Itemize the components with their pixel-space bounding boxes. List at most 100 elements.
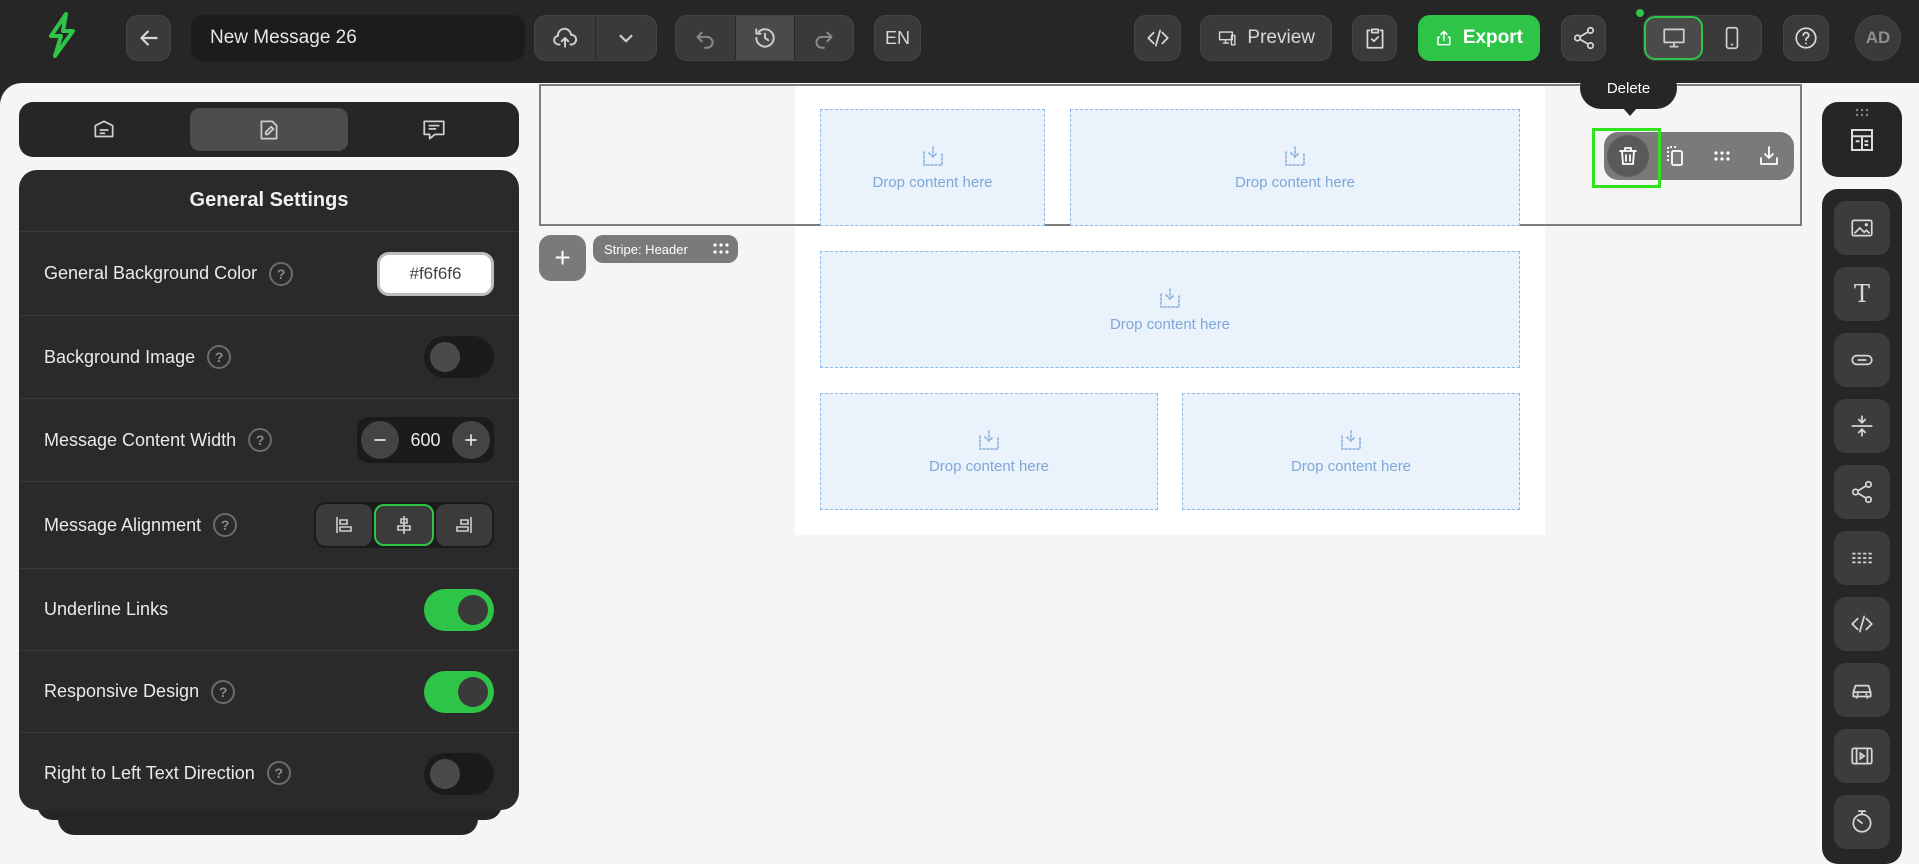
- desktop-view-button[interactable]: [1644, 16, 1703, 60]
- responsive-toggle[interactable]: [424, 671, 494, 713]
- comments-tab[interactable]: [354, 108, 513, 151]
- divider-block[interactable]: [1834, 531, 1890, 585]
- mobile-view-button[interactable]: [1703, 16, 1761, 60]
- toggle-knob: [430, 759, 460, 789]
- help-icon[interactable]: ?: [207, 345, 232, 369]
- structures-panel-button[interactable]: [1822, 102, 1902, 177]
- responsive-label: Responsive Design: [44, 681, 200, 701]
- back-button[interactable]: [126, 15, 171, 61]
- history-button[interactable]: [734, 16, 795, 60]
- drop-icon: [1285, 146, 1305, 166]
- align-left-button[interactable]: [316, 504, 372, 546]
- save-button[interactable]: [535, 16, 595, 60]
- export-label: Export: [1462, 27, 1523, 48]
- video-block[interactable]: [1834, 729, 1890, 783]
- undo-icon: [696, 31, 714, 49]
- undo-button[interactable]: [676, 16, 735, 60]
- underline-links-toggle[interactable]: [424, 589, 494, 631]
- help-button[interactable]: [1783, 15, 1829, 61]
- more-button[interactable]: [1698, 132, 1745, 180]
- drop-text: Drop content here: [928, 458, 1050, 475]
- share-icon: [1573, 26, 1594, 50]
- background-color-row: General Background Color ? #f6f6f6: [19, 232, 519, 316]
- message-title-field[interactable]: New Message 26: [191, 15, 525, 61]
- align-center-button[interactable]: [374, 504, 434, 546]
- language-button[interactable]: EN: [874, 15, 921, 61]
- clipboard-check-icon: [1366, 28, 1383, 49]
- mobile-icon: [1725, 26, 1739, 50]
- carousel-block[interactable]: [1834, 663, 1890, 717]
- content-width-stepper: 600: [357, 417, 494, 463]
- share-button[interactable]: [1561, 15, 1606, 61]
- settings-tab[interactable]: [189, 108, 349, 151]
- drop-zone[interactable]: Drop content here: [820, 251, 1520, 368]
- background-image-toggle[interactable]: [424, 336, 494, 378]
- left-panel-tabs: [19, 102, 519, 157]
- drop-icon: [1160, 288, 1180, 308]
- html-block[interactable]: [1834, 597, 1890, 651]
- button-block[interactable]: [1834, 333, 1890, 387]
- language-label: EN: [884, 27, 910, 48]
- export-icon: [1437, 30, 1451, 46]
- brush-settings-icon: [260, 119, 278, 140]
- help-icon[interactable]: ?: [211, 679, 236, 704]
- stripe-label[interactable]: Stripe: Header: [593, 235, 738, 263]
- help-icon[interactable]: ?: [269, 261, 294, 286]
- structures-icon: [1851, 128, 1873, 151]
- alignment-selector: [314, 502, 494, 548]
- background-color-input[interactable]: #f6f6f6: [377, 252, 494, 296]
- drop-zone[interactable]: Drop content here: [1070, 109, 1520, 226]
- tooltip-text: Delete: [1606, 79, 1651, 97]
- spacer-block[interactable]: [1834, 399, 1890, 453]
- align-left-icon: [336, 517, 352, 533]
- rtl-toggle[interactable]: [424, 753, 494, 795]
- content-tab[interactable]: [25, 108, 184, 151]
- social-icon: [1851, 480, 1873, 504]
- drop-zone[interactable]: Drop content here: [1182, 393, 1520, 510]
- drop-icon: [922, 146, 943, 166]
- background-color-value: #f6f6f6: [409, 264, 462, 283]
- image-block[interactable]: [1834, 201, 1890, 255]
- drop-icon: [1341, 430, 1361, 450]
- drop-zone[interactable]: Drop content here: [820, 393, 1158, 510]
- plus-icon: +: [554, 242, 571, 273]
- drop-text: Drop content here: [872, 174, 993, 191]
- code-button[interactable]: [1134, 15, 1181, 61]
- help-icon[interactable]: ?: [248, 428, 273, 452]
- toggle-knob: [458, 677, 488, 707]
- save-block-button[interactable]: [1745, 132, 1792, 180]
- amp-carousel-icon: [1852, 684, 1872, 699]
- settings-title: General Settings: [19, 170, 519, 232]
- test-button[interactable]: [1352, 15, 1397, 61]
- help-icon[interactable]: ?: [213, 513, 238, 537]
- lightning-logo-icon[interactable]: [44, 12, 80, 58]
- avatar[interactable]: AD: [1855, 15, 1901, 61]
- history-icon: [755, 28, 775, 48]
- add-stripe-button[interactable]: +: [539, 235, 586, 281]
- timer-block[interactable]: [1834, 795, 1890, 849]
- content-width-value[interactable]: 600: [410, 430, 440, 451]
- drag-handle-icon[interactable]: [712, 241, 730, 257]
- save-group: [534, 15, 657, 61]
- content-blocks-icon: [94, 119, 114, 137]
- redo-button[interactable]: [794, 16, 853, 60]
- drop-zone[interactable]: Drop content here: [820, 109, 1045, 226]
- copy-icon: [1666, 146, 1683, 166]
- social-block[interactable]: [1834, 465, 1890, 519]
- text-block[interactable]: T: [1834, 267, 1890, 321]
- decrement-button[interactable]: [361, 421, 399, 459]
- history-group: [675, 15, 854, 61]
- toggle-knob: [458, 595, 488, 625]
- export-button[interactable]: Export: [1418, 15, 1540, 61]
- preview-button[interactable]: Preview: [1200, 15, 1332, 61]
- align-right-button[interactable]: [436, 504, 492, 546]
- content-width-label: Message Content Width: [44, 429, 237, 450]
- increment-button[interactable]: [451, 421, 490, 459]
- save-menu-button[interactable]: [595, 16, 656, 60]
- devices-icon: [1218, 31, 1236, 46]
- spacer-icon: [1851, 415, 1873, 437]
- redo-icon: [815, 31, 833, 49]
- underline-links-row: Underline Links: [19, 569, 519, 651]
- help-icon[interactable]: ?: [266, 761, 291, 785]
- minus-icon: [374, 439, 386, 441]
